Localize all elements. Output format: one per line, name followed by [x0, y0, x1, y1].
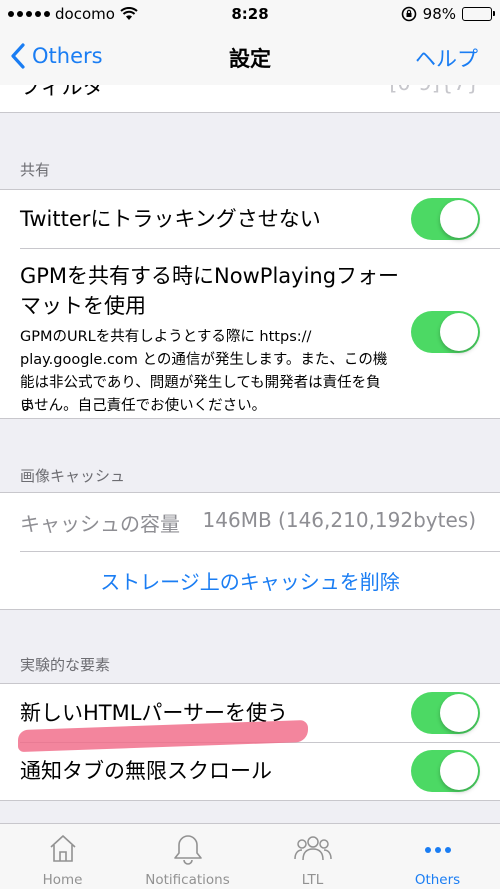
filter-label: フィルタ	[20, 85, 104, 99]
switch-knob	[440, 752, 478, 790]
home-icon	[49, 835, 76, 862]
switch-knob	[440, 313, 478, 351]
gpm-desc-line2: play.google.com との通信が発生します。また、この機	[20, 352, 388, 368]
infinite-scroll-label: 通知タブの無限スクロール	[20, 759, 272, 783]
twitter-tracking-switch[interactable]	[411, 198, 480, 240]
experimental-section-header: 実験的な要素	[20, 656, 111, 674]
tab-notifications-label: Notifications	[145, 872, 230, 888]
tab-others-label: Others	[414, 872, 461, 888]
delete-cache-button[interactable]: ストレージ上のキャッシュを削除	[0, 566, 500, 595]
cache-group: キャッシュの容量 146MB (146,210,192bytes) ストレージ上…	[0, 492, 500, 610]
filter-row[interactable]: フィルタ [0-9]{7}	[0, 85, 500, 113]
infinite-scroll-row: 通知タブの無限スクロール	[0, 742, 500, 800]
tab-ltl[interactable]: LTL	[250, 824, 375, 889]
tab-notifications[interactable]: Notifications	[125, 824, 250, 889]
gpm-label-line1: GPMを共有する時にNowPlayingフォー	[20, 264, 400, 288]
cache-size-value: 146MB (146,210,192bytes)	[202, 508, 476, 532]
bell-icon	[173, 835, 202, 865]
status-right: 98%	[401, 5, 495, 23]
switch-knob	[440, 694, 478, 732]
settings-list[interactable]: フィルタ [0-9]{7} 共有 Twitterにトラッキングさせない GPMを…	[0, 85, 500, 823]
filter-value: [0-9]{7}	[389, 85, 480, 95]
orientation-lock-icon	[401, 6, 416, 22]
nav-bar: Others 設定 ヘルプ	[0, 28, 500, 85]
cache-size-label: キャッシュの容量	[20, 512, 180, 536]
cache-section-header: 画像キャッシュ	[20, 467, 126, 485]
switch-knob	[440, 200, 478, 238]
twitter-tracking-label: Twitterにトラッキングさせない	[20, 207, 321, 231]
tab-others[interactable]: Others	[375, 824, 500, 889]
gpm-desc-line1: GPMのURLを共有しようとする際に https://	[20, 329, 312, 345]
gpm-nowplaying-row: GPMを共有する時にNowPlayingフォー マットを使用 GPMのURLを共…	[0, 248, 500, 418]
tab-home[interactable]: Home	[0, 824, 125, 889]
gpm-desc-line4: ません。自己責任でお使いください。	[20, 398, 267, 414]
cache-size-row: キャッシュの容量 146MB (146,210,192bytes)	[0, 493, 500, 551]
share-group: Twitterにトラッキングさせない GPMを共有する時にNowPlayingフ…	[0, 189, 500, 419]
html-parser-switch[interactable]	[411, 692, 480, 734]
tab-home-label: Home	[42, 872, 83, 888]
status-bar: docomo 8:28 98%	[0, 0, 500, 28]
tab-bar: Home Notifications LTL Others	[0, 823, 500, 889]
more-icon	[424, 847, 451, 853]
battery-icon	[462, 7, 495, 21]
battery-percent: 98%	[422, 5, 456, 23]
twitter-tracking-row: Twitterにトラッキングさせない	[0, 190, 500, 248]
gpm-label-line2: マットを使用	[20, 294, 146, 318]
people-icon	[293, 836, 332, 861]
share-section-header: 共有	[20, 161, 51, 179]
help-button[interactable]: ヘルプ	[415, 43, 478, 73]
tab-ltl-label: LTL	[301, 872, 324, 888]
infinite-scroll-switch[interactable]	[411, 750, 480, 792]
gpm-nowplaying-switch[interactable]	[411, 311, 480, 353]
delete-cache-row[interactable]: ストレージ上のキャッシュを削除	[0, 551, 500, 609]
